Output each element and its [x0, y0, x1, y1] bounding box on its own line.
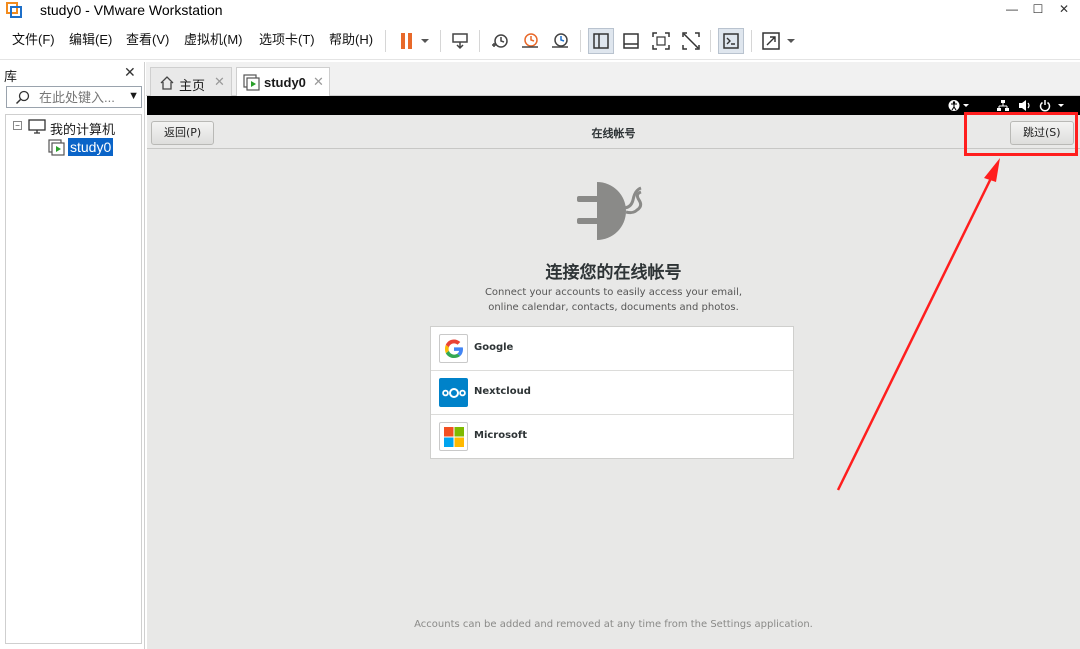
library-toggle-button[interactable] [588, 28, 614, 54]
volume-icon[interactable] [1018, 99, 1032, 112]
tab-strip: 主页 ✕ study0 ✕ [146, 62, 1080, 96]
menu-file[interactable]: 文件(F) [12, 32, 55, 48]
tree-item-my-computer[interactable]: 我的计算机 [50, 119, 115, 138]
provider-list: Google Nextcloud Microsoft [430, 326, 794, 459]
unity-button[interactable] [678, 28, 704, 54]
send-keys-button[interactable] [447, 28, 473, 54]
power-icon[interactable] [1039, 99, 1067, 112]
provider-nextcloud[interactable]: Nextcloud [431, 371, 793, 415]
library-close-icon[interactable]: ✕ [124, 64, 136, 81]
tab-study0-close-icon[interactable]: ✕ [313, 74, 324, 90]
snapshot-icon [492, 34, 508, 48]
thumbnail-bar-button[interactable] [618, 28, 644, 54]
tab-home[interactable]: 主页 ✕ [150, 67, 232, 96]
description: Connect your accounts to easily access y… [147, 285, 1080, 315]
vmware-logo-icon [6, 2, 22, 18]
guest-top-bar [147, 96, 1080, 115]
library-tree: − 我的计算机 study0 [5, 114, 142, 644]
revert-snapshot-icon [522, 33, 538, 48]
toolbar-separator [479, 30, 480, 52]
description-line: Connect your accounts to easily access y… [484, 287, 743, 298]
annotation-highlight-box [964, 112, 1078, 156]
google-icon [439, 334, 468, 363]
tab-home-label: 主页 [179, 78, 206, 93]
pause-button[interactable] [392, 28, 434, 54]
send-keys-icon [452, 33, 468, 50]
snapshot-manager-button[interactable] [547, 28, 573, 54]
nextcloud-icon [439, 378, 468, 407]
tab-study0-label: study0 [264, 75, 306, 90]
maximize-button[interactable]: ☐ [1024, 0, 1052, 18]
stretch-button[interactable] [758, 28, 800, 54]
toolbar-separator [751, 30, 752, 52]
home-icon [160, 76, 174, 90]
toolbar-separator [710, 30, 711, 52]
toolbar-separator [580, 30, 581, 52]
tab-home-close-icon[interactable]: ✕ [214, 74, 225, 90]
menu-help[interactable]: 帮助(H) [329, 32, 373, 48]
microsoft-icon [439, 422, 468, 451]
minimize-button[interactable]: — [998, 0, 1026, 18]
console-icon [723, 33, 739, 49]
thumbnail-bar-icon [623, 33, 639, 49]
online-accounts-plug-icon [577, 182, 643, 240]
library-panel: 库 ✕ ▼ − 我的计算机 study0 [0, 62, 145, 649]
stretch-icon [762, 32, 795, 50]
accessibility-icon[interactable] [948, 99, 970, 112]
snapshot-button[interactable] [487, 28, 513, 54]
provider-name: Nextcloud [474, 386, 531, 397]
network-icon[interactable] [997, 99, 1009, 112]
tree-collapse-icon[interactable]: − [13, 121, 22, 130]
window-title: study0 - VMware Workstation [40, 2, 223, 18]
unity-icon [682, 32, 700, 50]
revert-snapshot-button[interactable] [517, 28, 543, 54]
menu-tabs[interactable]: 选项卡(T) [259, 32, 315, 48]
snapshot-manager-icon [552, 33, 568, 48]
tree-item-study0[interactable]: study0 [68, 138, 114, 156]
page-title: 在线帐号 [591, 127, 636, 140]
library-search-input[interactable] [39, 89, 123, 105]
tab-study0[interactable]: study0 ✕ [236, 67, 330, 96]
provider-name: Google [474, 342, 514, 353]
guest-header-bar: 返回(P) 在线帐号 跳过(S) [147, 115, 1080, 149]
vm-tab-icon [243, 74, 260, 91]
provider-microsoft[interactable]: Microsoft [431, 415, 793, 459]
library-toggle-icon [593, 33, 609, 49]
fullscreen-icon [652, 32, 670, 50]
provider-name: Microsoft [474, 430, 528, 441]
menu-toolbar: 文件(F) 编辑(E) 查看(V) 虚拟机(M) 选项卡(T) 帮助(H) [0, 22, 1080, 60]
description-line: online calendar, contacts, documents and… [488, 302, 739, 313]
fullscreen-button[interactable] [648, 28, 674, 54]
chevron-down-icon[interactable]: ▼ [128, 90, 139, 102]
vm-icon [48, 139, 65, 156]
toolbar-separator [440, 30, 441, 52]
menu-vm[interactable]: 虚拟机(M) [184, 32, 243, 48]
search-icon [15, 90, 30, 105]
footer-note: Accounts can be added and removed at any… [414, 619, 813, 630]
library-title: 库 [4, 69, 18, 84]
console-button[interactable] [718, 28, 744, 54]
menu-view[interactable]: 查看(V) [126, 32, 169, 48]
toolbar-separator [385, 30, 386, 52]
computer-icon [28, 119, 46, 134]
title-bar: study0 - VMware Workstation — ☐ ✕ [0, 0, 1080, 20]
pause-icon [401, 33, 429, 49]
close-button[interactable]: ✕ [1050, 0, 1078, 18]
guest-display[interactable]: 返回(P) 在线帐号 跳过(S) 连接您的在线帐号 Connect your a… [147, 96, 1080, 649]
provider-google[interactable]: Google [431, 327, 793, 371]
menu-edit[interactable]: 编辑(E) [69, 32, 112, 48]
main-heading: 连接您的在线帐号 [545, 263, 682, 283]
library-search: ▼ [6, 86, 142, 108]
